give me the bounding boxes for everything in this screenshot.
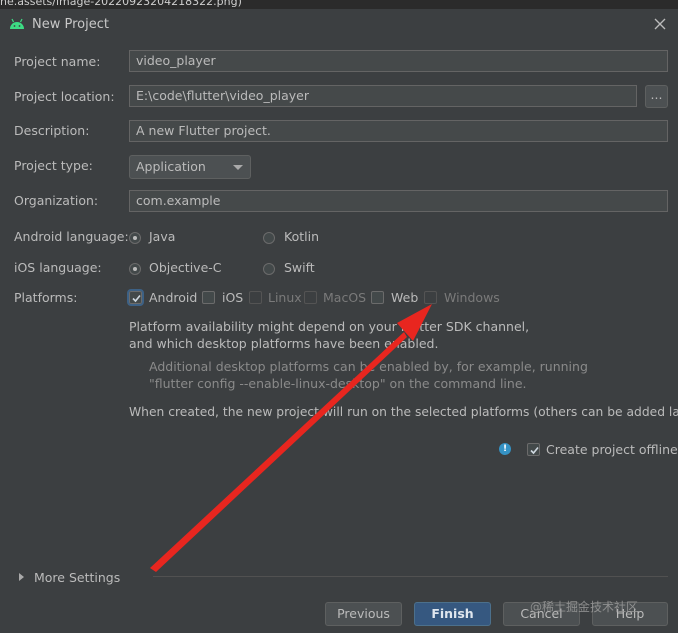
watermark: @稀土掘金技术社区	[530, 600, 639, 614]
checkbox-web[interactable]	[371, 291, 384, 304]
finish-button[interactable]: Finish	[414, 602, 491, 626]
description-input[interactable]: A new Flutter project.	[129, 120, 668, 142]
note-line-2: "flutter config --enable-linux-desktop" …	[149, 376, 527, 391]
project-name-input[interactable]: video_player	[129, 50, 668, 72]
checkbox-macos-label: MacOS	[323, 290, 367, 305]
chevron-down-icon	[233, 165, 243, 170]
project-location-input[interactable]: E:\code\flutter\video_player	[129, 85, 637, 107]
project-type-value: Application	[136, 159, 206, 174]
checkbox-android-label: Android	[149, 290, 198, 305]
radio-java[interactable]	[129, 232, 141, 244]
organization-input[interactable]: com.example	[129, 190, 668, 212]
project-location-label: Project location:	[14, 89, 115, 104]
checkbox-windows[interactable]	[424, 291, 437, 304]
window-title: New Project	[32, 17, 109, 32]
check-icon	[132, 294, 141, 303]
project-type-select[interactable]: Application	[129, 155, 251, 179]
checkbox-ios-label: iOS	[222, 290, 244, 305]
radio-swift[interactable]	[263, 263, 275, 275]
radio-java-label: Java	[149, 229, 176, 244]
chevron-right-icon	[19, 573, 24, 581]
previous-button[interactable]: Previous	[325, 602, 402, 626]
checkbox-linux[interactable]	[249, 291, 262, 304]
project-type-label: Project type:	[14, 158, 93, 173]
checkbox-android[interactable]	[127, 289, 144, 306]
create-offline-label: Create project offline	[546, 442, 678, 457]
radio-objective-c[interactable]	[129, 263, 141, 275]
checkbox-windows-label: Windows	[444, 290, 500, 305]
browse-button[interactable]: ...	[645, 85, 668, 108]
info-icon: !	[499, 443, 511, 455]
ios-language-label: iOS language:	[14, 260, 102, 275]
android-language-label: Android language:	[14, 229, 129, 244]
note-line-1: Additional desktop platforms can be enab…	[149, 359, 588, 374]
radio-kotlin[interactable]	[263, 232, 275, 244]
organization-label: Organization:	[14, 193, 99, 208]
radio-objective-c-label: Objective-C	[149, 260, 222, 275]
info-line-3: When created, the new project will run o…	[129, 405, 678, 419]
checkbox-ios[interactable]	[202, 291, 215, 304]
browser-strip: ne.assets/image-20220923204218322.png)	[0, 0, 678, 9]
divider	[153, 576, 668, 577]
info-line-1: Platform availability might depend on yo…	[129, 319, 530, 334]
checkbox-linux-label: Linux	[268, 290, 302, 305]
checkbox-macos[interactable]	[304, 291, 317, 304]
close-icon[interactable]	[652, 16, 668, 32]
browser-strip-text: ne.assets/image-20220923204218322.png)	[0, 0, 242, 8]
checkbox-web-label: Web	[391, 290, 419, 305]
more-settings-label: More Settings	[34, 570, 121, 585]
info-line-2: and which desktop platforms have been en…	[129, 336, 439, 351]
platforms-label: Platforms:	[14, 290, 78, 305]
android-icon	[10, 18, 24, 29]
radio-kotlin-label: Kotlin	[284, 229, 319, 244]
radio-swift-label: Swift	[284, 260, 315, 275]
title-bar: New Project	[0, 9, 678, 41]
checkbox-create-offline[interactable]	[527, 443, 540, 456]
project-name-label: Project name:	[14, 54, 101, 69]
description-label: Description:	[14, 123, 90, 138]
check-icon	[530, 446, 539, 455]
